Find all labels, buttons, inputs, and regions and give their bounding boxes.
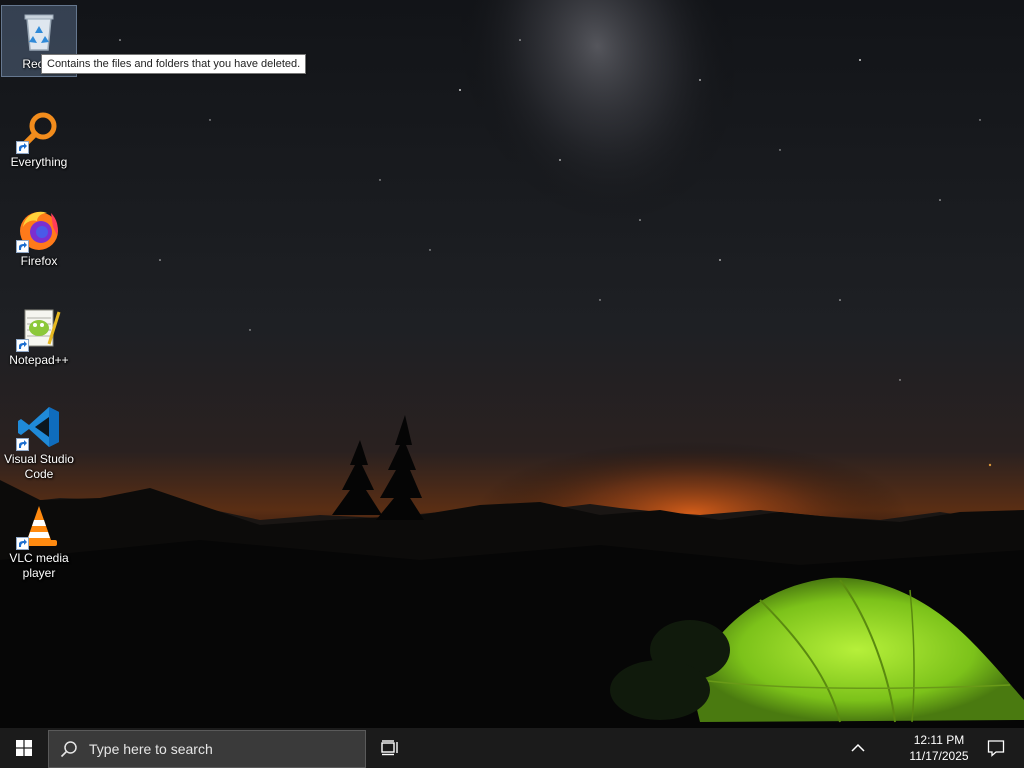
firefox-icon	[15, 205, 63, 253]
recycle-bin-tooltip: Contains the files and folders that you …	[41, 54, 307, 74]
desktop-icon-label: Firefox	[20, 254, 58, 268]
desktop-icon-everything[interactable]: Everything	[2, 104, 76, 174]
show-hidden-icons-button[interactable]	[840, 728, 876, 768]
action-center-button[interactable]	[976, 728, 1016, 768]
task-view-icon	[381, 740, 398, 756]
shortcut-arrow-icon	[16, 141, 29, 154]
clock-date: 11/17/2025	[909, 749, 969, 763]
task-view-button[interactable]	[366, 728, 414, 768]
start-button[interactable]	[0, 728, 48, 768]
desktop-icon-label: Visual Studio Code	[4, 452, 74, 481]
taskbar-clock[interactable]: 12:11 PM 11/17/2025	[896, 728, 982, 768]
windows-logo-icon	[16, 740, 32, 756]
desktop-icon-label: Everything	[10, 155, 68, 169]
search-placeholder: Type here to search	[89, 740, 213, 757]
desktop-icon-firefox[interactable]: Firefox	[2, 203, 76, 273]
desktop-wallpaper	[0, 0, 1024, 728]
desktop-icon-notepad-plus-plus[interactable]: Notepad++	[2, 302, 76, 372]
chevron-up-icon	[851, 743, 865, 752]
action-center-icon	[987, 740, 1005, 757]
clock-time: 12:11 PM	[913, 733, 965, 747]
shortcut-arrow-icon	[16, 339, 29, 352]
shortcut-arrow-icon	[16, 438, 29, 451]
recycle-bin-icon	[15, 8, 63, 56]
search-icon	[60, 740, 77, 757]
vscode-icon	[15, 403, 63, 451]
vlc-icon	[15, 502, 63, 550]
taskbar: Type here to search 12:11 PM 11/17/2025	[0, 728, 1024, 768]
desktop-icon-label: Notepad++	[9, 353, 69, 367]
shortcut-arrow-icon	[16, 240, 29, 253]
desktop-icon-label: VLC media player	[9, 551, 69, 580]
desktop-icon-vlc[interactable]: VLC media player	[2, 500, 76, 586]
desktop-icon-vscode[interactable]: Visual Studio Code	[2, 401, 76, 487]
notepad-plus-plus-icon	[15, 304, 63, 352]
everything-search-icon	[15, 106, 63, 154]
taskbar-search-box[interactable]: Type here to search	[48, 729, 366, 768]
night-sky-camping-wallpaper	[0, 0, 1024, 728]
shortcut-arrow-icon	[16, 537, 29, 550]
